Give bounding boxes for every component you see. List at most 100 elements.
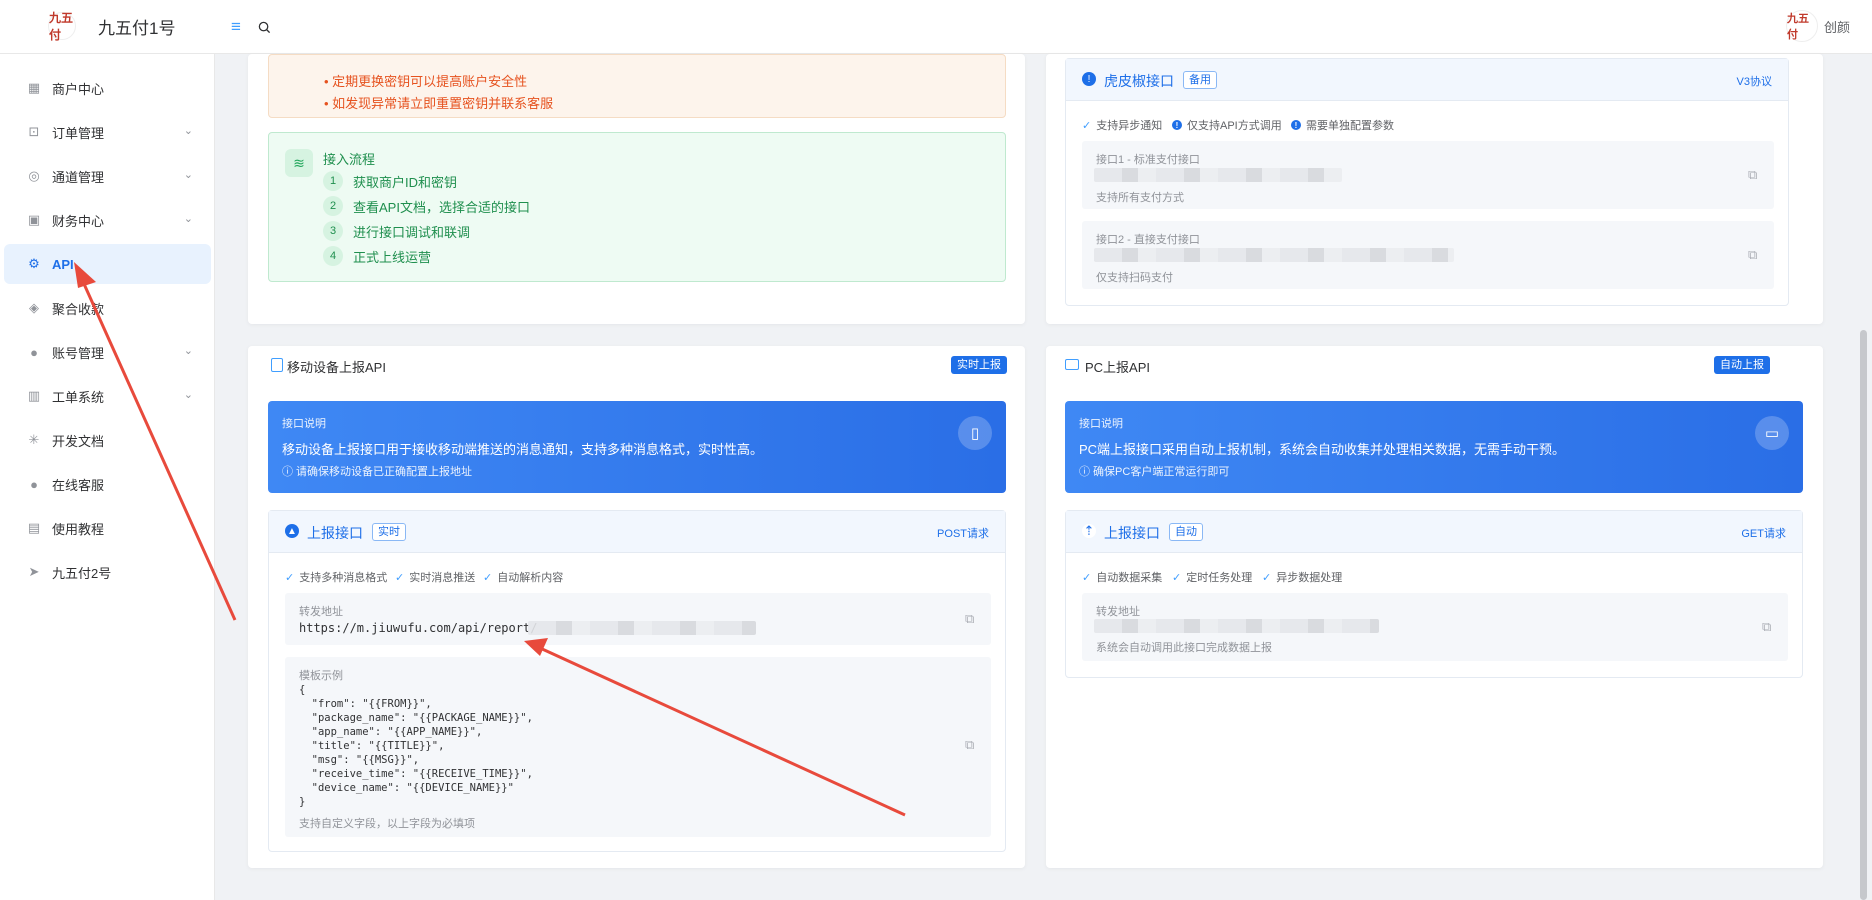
flow-step: 3 进行接口调试和联调: [323, 221, 470, 241]
check-icon: ✓: [285, 571, 295, 584]
sidebar-item-api[interactable]: ⚙ API: [4, 244, 211, 284]
endpoint-note: 支持所有支付方式: [1096, 192, 1184, 204]
user-icon: ●: [30, 476, 38, 492]
sidebar-item-tickets[interactable]: ▥ 工单系统 ⌄: [4, 376, 211, 416]
copy-icon[interactable]: ⧉: [1762, 619, 1776, 634]
banner-text: PC端上报接口采用自动上报机制，系统会自动收集并处理相关数据，无需手动干预。: [1079, 442, 1566, 457]
search-icon[interactable]: [254, 17, 274, 37]
backup-interface-panel: ! 虎皮椒接口 备用 V3协议 ✓ 支持异步通知 ! 仅支持API方式调用 ! 需要单…: [1065, 58, 1789, 306]
stack-icon: ◈: [29, 300, 39, 315]
step-number: 1: [323, 171, 343, 191]
banner-label: 接口说明: [1079, 418, 1123, 430]
layers-icon: ≋: [285, 149, 313, 177]
info-icon: !: [1291, 120, 1301, 130]
chevron-down-icon: ⌄: [183, 169, 193, 181]
sidebar-item-accounts[interactable]: ● 账号管理 ⌄: [4, 332, 211, 372]
method-label: POST请求: [937, 528, 989, 540]
panel-header: ▲ 上报接口 实时 POST请求: [269, 511, 1005, 553]
chevron-down-icon: ⌄: [183, 345, 193, 357]
feature-text: 支持多种消息格式: [299, 572, 388, 584]
endpoint-2-box: 接口2 - 直接支付接口 仅支持扫码支付 ⧉: [1082, 221, 1774, 289]
check-icon: ✓: [395, 571, 405, 584]
feature-item: ! 需要单独配置参数: [1291, 117, 1394, 133]
chip-icon: ⚙: [28, 256, 40, 271]
method-label: GET请求: [1741, 528, 1786, 540]
endpoint-label: 接口1 - 标准支付接口: [1096, 154, 1200, 166]
feature-text: 自动解析内容: [497, 572, 564, 584]
feature-item: ✓ 定时任务处理: [1172, 569, 1252, 585]
security-tips-box: • 定期更换密钥可以提高账户安全性 • 如发现异常请立即重置密钥并联系客服: [268, 54, 1006, 118]
loader-icon: ✳: [28, 432, 40, 447]
forward-label: 转发地址: [299, 606, 343, 618]
sidebar-item-channels[interactable]: ◎ 通道管理 ⌄: [4, 156, 211, 196]
cloud-upload-icon: ▲: [285, 524, 299, 538]
redacted-url: [528, 621, 756, 635]
protocol-label: V3协议: [1736, 76, 1772, 88]
step-label: 正式上线运营: [353, 249, 432, 265]
phone-icon: ▯: [958, 416, 992, 450]
brand-logo[interactable]: 九五付: [48, 11, 76, 42]
brand-name[interactable]: 九五付1号: [98, 14, 175, 39]
grid-icon: ▦: [27, 80, 41, 95]
sidebar-item-dev-docs[interactable]: ✳ 开发文档: [4, 420, 211, 460]
bag-icon: ⊡: [28, 124, 40, 139]
copy-icon[interactable]: ⧉: [965, 737, 979, 752]
sidebar-item-merchant-center[interactable]: ▦ 商户中心: [4, 68, 211, 108]
user-name[interactable]: 创颜: [1824, 17, 1850, 36]
feature-text: 支持异步通知: [1096, 120, 1163, 132]
pc-report-panel: ⇡ 上报接口 自动 GET请求 ✓ 自动数据采集 ✓ 定时任务处理 ✓ 异步数据处理 …: [1065, 510, 1803, 678]
forward-label: 转发地址: [1096, 606, 1140, 618]
redacted-url: [1094, 168, 1342, 182]
endpoint-1-box: 接口1 - 标准支付接口 支持所有支付方式 ⧉: [1082, 141, 1774, 209]
sidebar-item-label: 在线客服: [52, 477, 105, 493]
panel-title: 虎皮椒接口: [1104, 73, 1174, 89]
panel-title: 上报接口: [1104, 525, 1160, 541]
feature-item: ✓ 异步数据处理: [1262, 569, 1342, 585]
sidebar-item-online-support[interactable]: ● 在线客服: [4, 464, 211, 504]
tip-line: • 如发现异常请立即重置密钥并联系客服: [324, 96, 554, 111]
section-title: 移动设备上报API: [287, 360, 386, 375]
pc-report-card: PC上报API 自动上报 接口说明 PC端上报接口采用自动上报机制，系统会自动收…: [1046, 346, 1823, 868]
mobile-report-panel: ▲ 上报接口 实时 POST请求 ✓ 支持多种消息格式 ✓ 实时消息推送 ✓ 自动解析…: [268, 510, 1006, 852]
sidebar-item-finance[interactable]: ▣ 财务中心 ⌄: [4, 200, 211, 240]
redacted-url: [1094, 248, 1454, 262]
target-icon: ◎: [28, 168, 40, 183]
sidebar-item-aggregate-payment[interactable]: ◈ 聚合收款: [4, 288, 211, 328]
doc-icon: ▤: [27, 520, 41, 535]
copy-icon[interactable]: ⧉: [1748, 167, 1762, 182]
menu-toggle-icon[interactable]: ≡: [226, 17, 246, 37]
forward-note: 系统会自动调用此接口完成数据上报: [1096, 642, 1272, 654]
sidebar-item-label: 订单管理: [52, 125, 105, 141]
forward-url[interactable]: https://m.jiuwufu.com/api/report/: [299, 621, 537, 635]
page-scrollbar[interactable]: [1860, 330, 1867, 900]
sidebar-item-jiuwufu-2[interactable]: ➤ 九五付2号: [4, 552, 211, 592]
sidebar-item-label: 财务中心: [52, 213, 105, 229]
endpoint-note: 仅支持扫码支付: [1096, 272, 1173, 284]
sidebar-item-orders[interactable]: ⊡ 订单管理 ⌄: [4, 112, 211, 152]
feature-text: 自动数据采集: [1096, 572, 1163, 584]
feature-item: ! 仅支持API方式调用: [1172, 117, 1282, 133]
feature-item: ✓ 支持异步通知: [1082, 117, 1162, 133]
feature-text: 仅支持API方式调用: [1187, 120, 1282, 132]
feature-text: 实时消息推送: [409, 572, 476, 584]
send-icon: ➤: [28, 564, 40, 579]
template-label: 模板示例: [299, 670, 343, 682]
integration-flow-box: ≋ 接入流程 1 获取商户ID和密钥 2 查看API文档，选择合适的接口 3 进行接口…: [268, 132, 1006, 282]
copy-icon[interactable]: ⧉: [1748, 247, 1762, 262]
user-avatar[interactable]: 九五付: [1786, 10, 1818, 42]
check-icon: ✓: [1082, 571, 1092, 584]
sidebar: ▦ 商户中心 ⊡ 订单管理 ⌄ ◎ 通道管理 ⌄ ▣ 财务中心 ⌄ ⚙ API ◈ 聚合收款 ● 账…: [0, 54, 215, 900]
realtime-badge: 实时上报: [951, 356, 1007, 374]
template-code: { "from": "{{FROM}}", "package_name": "{…: [299, 684, 533, 808]
check-icon: ✓: [1172, 571, 1182, 584]
auto-tag: 自动: [1169, 523, 1203, 541]
step-number: 3: [323, 221, 343, 241]
copy-icon[interactable]: ⧉: [965, 611, 979, 626]
redacted-url: [1094, 619, 1379, 633]
info-icon: !: [1082, 72, 1096, 86]
sidebar-item-tutorial[interactable]: ▤ 使用教程: [4, 508, 211, 548]
feature-text: 异步数据处理: [1276, 572, 1343, 584]
id-card-icon: ▣: [27, 212, 41, 227]
check-icon: ✓: [483, 571, 493, 584]
banner-text: 移动设备上报接口用于接收移动端推送的消息通知，支持多种消息格式，实时性高。: [282, 442, 764, 457]
